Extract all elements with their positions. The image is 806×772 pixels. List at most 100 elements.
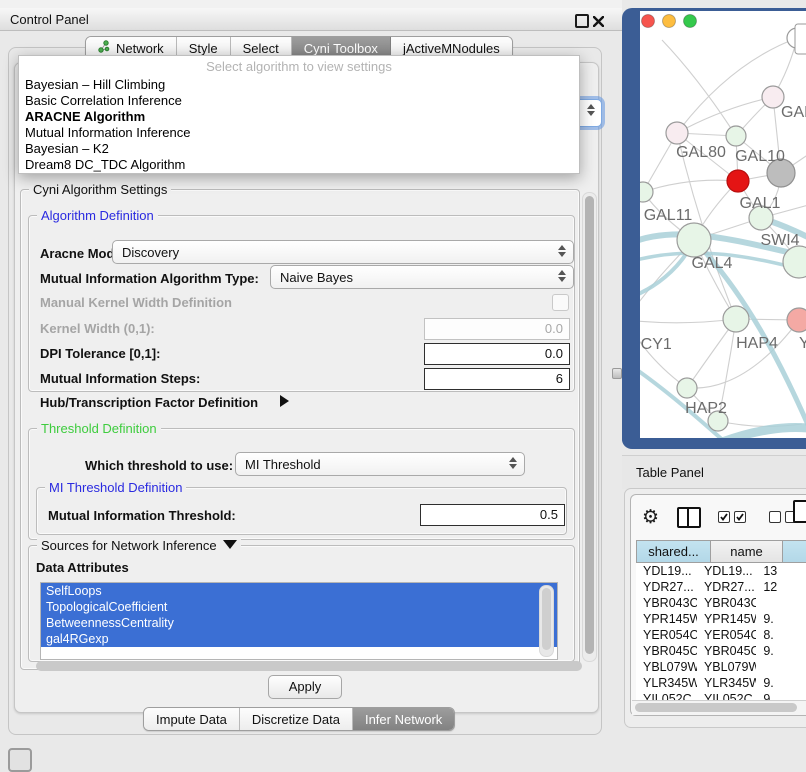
table-cell: 9. [756, 675, 806, 691]
checked-boxes-icon[interactable] [718, 511, 750, 523]
attribute-item-gal4rgexp[interactable]: gal4RGexp [41, 631, 557, 647]
table-hscrollbar[interactable] [632, 700, 806, 715]
attribute-item-topologicalcoefficient[interactable]: TopologicalCoefficient [41, 599, 557, 615]
table-row[interactable]: YPR145WYPR145W9. [636, 611, 806, 627]
network-node[interactable] [726, 126, 746, 146]
mi-threshold-field[interactable]: 0.5 [420, 504, 565, 526]
dpi-tolerance-field[interactable]: 0.0 [424, 343, 570, 365]
network-node[interactable] [727, 170, 749, 192]
table-cell: 12 [756, 579, 806, 595]
sources-collapse-icon[interactable] [223, 540, 237, 549]
split-columns-icon[interactable] [677, 507, 701, 528]
close-traffic-light[interactable] [642, 15, 655, 28]
network-node[interactable] [677, 378, 697, 398]
data-attributes-list: SelfLoopsTopologicalCoefficientBetweenne… [40, 582, 558, 660]
table-row[interactable]: YDR27...YDR27...12 [636, 579, 806, 595]
network-icon [98, 40, 110, 56]
table-cell: YDL19... [636, 563, 697, 579]
network-node[interactable] [677, 223, 711, 257]
sources-group-title[interactable]: Sources for Network Inference [37, 538, 241, 553]
table-header-row[interactable]: shared...nameA [636, 540, 806, 563]
kernel-width-field[interactable]: 0.0 [424, 318, 570, 340]
table-row[interactable]: YLR345WYLR345W9. [636, 675, 806, 691]
which-threshold-value: MI Threshold [245, 457, 321, 472]
node-label-hap2: HAP2 [685, 400, 727, 417]
network-node[interactable] [787, 308, 806, 332]
table-cell: YPR145W [636, 611, 697, 627]
table-cell: YER054C [697, 627, 756, 643]
attribute-item-selfloops[interactable]: SelfLoops [41, 583, 557, 599]
settings-scrollbar[interactable] [582, 192, 597, 662]
mi-type-combo[interactable]: Naive Bayes [270, 265, 574, 289]
cut-toolbar-box [795, 24, 806, 54]
node-label-y: Y [799, 335, 806, 352]
hub-section-label[interactable]: Hub/Transcription Factor Definition [40, 395, 258, 410]
dpi-tolerance-label: DPI Tolerance [0,1]: [40, 346, 160, 361]
floating-corner-button[interactable] [8, 748, 32, 772]
table-cell: YER054C [636, 627, 697, 643]
mi-steps-label: Mutual Information Steps: [40, 371, 200, 386]
threshold-definition-title: Threshold Definition [37, 421, 161, 436]
close-icon[interactable] [593, 14, 604, 25]
network-node[interactable] [666, 122, 688, 144]
table-cell: 9. [756, 611, 806, 627]
aracne-mode-combo[interactable]: Discovery [112, 240, 574, 264]
column-header-shared[interactable]: shared... [636, 540, 710, 563]
node-label-gal: GAL [781, 104, 806, 121]
table-cell: 13 [756, 563, 806, 579]
mi-type-label: Mutual Information Algorithm Type: [40, 271, 259, 286]
table-cell: YDR27... [636, 579, 697, 595]
hub-expand-icon[interactable] [280, 395, 289, 407]
table-cell: YDR27... [697, 579, 756, 595]
combo-arrows-icon [509, 457, 517, 469]
combo-arrows-icon [558, 245, 566, 257]
column-header-name[interactable]: name [710, 540, 782, 563]
float-window-icon[interactable] [575, 14, 589, 28]
panel-divider-handle[interactable] [612, 368, 622, 379]
attributes-hscrollbar[interactable] [36, 661, 582, 671]
gear-icon[interactable]: ⚙ [642, 506, 659, 528]
manual-kernel-checkbox[interactable] [552, 294, 569, 311]
table-panel-titlebar: Table Panel [622, 455, 806, 489]
table-body[interactable]: YDL19...YDL19...13YDR27...YDR27...12YBR0… [636, 563, 806, 701]
mi-threshold-group-title: MI Threshold Definition [45, 480, 186, 495]
network-node[interactable] [640, 182, 653, 202]
attribute-item-betweennesscentrality[interactable]: BetweennessCentrality [41, 615, 557, 631]
algorithm-option-dream8-dc-tdc-algorithm[interactable]: Dream8 DC_TDC Algorithm [19, 157, 579, 173]
table-cell: YLR345W [636, 675, 697, 691]
tab-impute-data[interactable]: Impute Data [144, 708, 240, 730]
tab-discretize-data[interactable]: Discretize Data [240, 708, 353, 730]
algorithm-option-mutual-information-inference[interactable]: Mutual Information Inference [19, 125, 579, 141]
node-label-gal1: GAL1 [740, 195, 781, 212]
network-canvas[interactable]: GALGAL80GAL10GAL1GAL11SWI4GAL4GCY1HAP4YH… [640, 11, 806, 438]
table-row[interactable]: YDL19...YDL19...13 [636, 563, 806, 579]
apply-button[interactable]: Apply [268, 675, 342, 699]
algorithm-option-bayesian-k2[interactable]: Bayesian – K2 [19, 141, 579, 157]
table-row[interactable]: YBL079WYBL079W [636, 659, 806, 675]
which-threshold-label: Which threshold to use: [85, 458, 233, 473]
mi-steps-field[interactable]: 6 [424, 368, 570, 390]
table-cell: YLR345W [697, 675, 756, 691]
algorithm-option-aracne-algorithm[interactable]: ARACNE Algorithm [19, 109, 579, 125]
new-column-icon[interactable] [793, 500, 806, 523]
which-threshold-combo[interactable]: MI Threshold [235, 452, 525, 476]
table-row[interactable]: YBR045CYBR045C9. [636, 643, 806, 659]
mi-threshold-label: Mutual Information Threshold: [48, 508, 236, 523]
node-label-swi4: SWI4 [760, 232, 799, 249]
attributes-scrollbar[interactable] [539, 585, 554, 657]
column-header-a[interactable]: A [782, 540, 806, 563]
algorithm-option-basic-correlation-inference[interactable]: Basic Correlation Inference [19, 93, 579, 109]
algorithm-option-bayesian-hill-climbing[interactable]: Bayesian – Hill Climbing [19, 77, 579, 93]
network-edge[interactable] [640, 319, 736, 323]
minimize-traffic-light[interactable] [663, 15, 676, 28]
algorithm-definition-title: Algorithm Definition [37, 208, 158, 223]
node-label-gal80: GAL80 [676, 144, 726, 161]
bottom-tabbar: Impute DataDiscretize DataInfer Network [143, 707, 455, 731]
network-node[interactable] [723, 306, 749, 332]
node-label-gal11: GAL11 [644, 207, 693, 224]
data-attributes-label: Data Attributes [36, 560, 129, 575]
table-row[interactable]: YBR043CYBR043C [636, 595, 806, 611]
tab-infer-network[interactable]: Infer Network [353, 708, 454, 730]
table-row[interactable]: YER054CYER054C8. [636, 627, 806, 643]
zoom-traffic-light[interactable] [684, 15, 697, 28]
